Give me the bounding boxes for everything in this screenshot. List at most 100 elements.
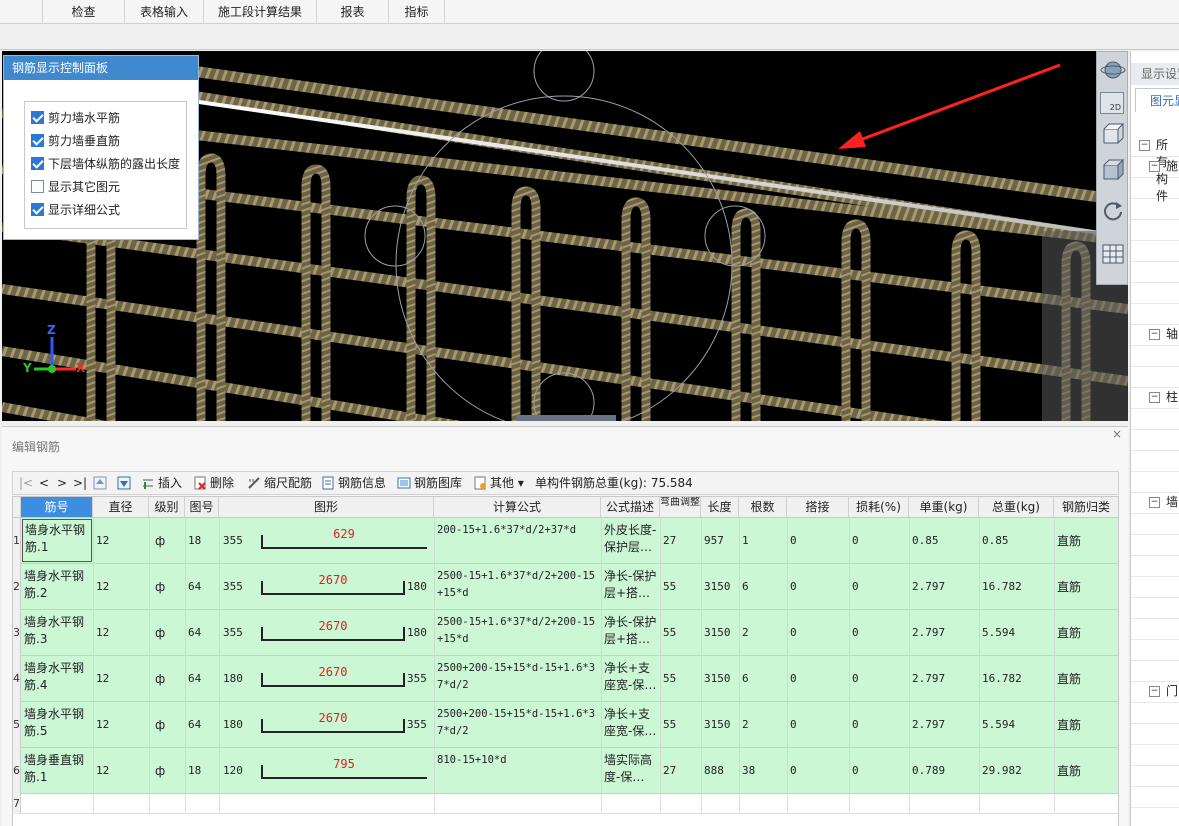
column-header-4[interactable]: 图形 bbox=[219, 497, 434, 518]
cell-type[interactable]: 直筋 bbox=[1057, 660, 1116, 698]
rebar-library-button[interactable]: 钢筋图库 bbox=[397, 472, 462, 494]
tree-expand-icon[interactable]: − bbox=[1139, 140, 1150, 151]
cell-count[interactable]: 6 bbox=[742, 660, 784, 698]
cell-fig_no[interactable]: 64 bbox=[188, 568, 216, 606]
cell-unit_w[interactable]: 0.789 bbox=[912, 752, 976, 790]
tree-expand-icon[interactable]: − bbox=[1149, 392, 1160, 403]
other-menu-button[interactable]: 其他 ▾ bbox=[473, 472, 524, 494]
cell-desc[interactable]: 墙实际高度-保… bbox=[604, 752, 657, 790]
cell-count[interactable]: 6 bbox=[742, 568, 784, 606]
checkbox[interactable] bbox=[31, 180, 44, 193]
rebar-info-button[interactable]: 钢筋信息 bbox=[321, 472, 386, 494]
cell-unit_w[interactable]: 0.85 bbox=[912, 522, 976, 560]
checkbox[interactable] bbox=[31, 157, 44, 170]
checkbox[interactable] bbox=[31, 111, 44, 124]
column-header-9[interactable]: 根数 bbox=[739, 497, 787, 518]
rotate-icon[interactable] bbox=[1100, 198, 1126, 222]
cell-loss[interactable]: 0 bbox=[852, 522, 906, 560]
cell-unit_w[interactable]: 2.797 bbox=[912, 660, 976, 698]
cell-total_w[interactable]: 5.594 bbox=[982, 706, 1051, 744]
cell-fig_no[interactable]: 18 bbox=[188, 522, 216, 560]
cell-grade[interactable]: ф bbox=[152, 660, 182, 698]
cell-loss[interactable]: 0 bbox=[852, 568, 906, 606]
control-option-1[interactable]: 剪力墙垂直筋 bbox=[31, 133, 120, 151]
splitter-grip[interactable] bbox=[516, 415, 616, 421]
cell-unit_w[interactable]: 2.797 bbox=[912, 706, 976, 744]
cell-loss[interactable]: 0 bbox=[852, 614, 906, 652]
column-header-3[interactable]: 图号 bbox=[185, 497, 219, 518]
tree-node-5[interactable]: 门 bbox=[1166, 682, 1178, 699]
prev-record-icon[interactable]: < bbox=[39, 472, 49, 494]
cell-count[interactable]: 1 bbox=[742, 522, 784, 560]
first-record-icon[interactable]: |< bbox=[19, 472, 33, 494]
cell-count[interactable]: 2 bbox=[742, 614, 784, 652]
column-header-14[interactable]: 钢筋归类 bbox=[1054, 497, 1118, 518]
cell-formula[interactable]: 2500+200-15+15*d-15+1.6*37*d/2 bbox=[437, 706, 598, 744]
cell-name[interactable]: 墙身水平钢筋.4 bbox=[24, 660, 90, 698]
column-header-7[interactable]: 弯曲调整 bbox=[660, 497, 701, 518]
column-header-10[interactable]: 搭接 bbox=[787, 497, 849, 518]
cell-fig_no[interactable]: 18 bbox=[188, 752, 216, 790]
cell-dia[interactable]: 12 bbox=[96, 568, 146, 606]
view-2d-button[interactable]: 2D bbox=[1100, 92, 1126, 116]
cell-bend[interactable]: 55 bbox=[663, 706, 698, 744]
cell-bend[interactable]: 27 bbox=[663, 522, 698, 560]
cell-unit_w[interactable]: 2.797 bbox=[912, 568, 976, 606]
column-header-8[interactable]: 长度 bbox=[701, 497, 739, 518]
cell-desc[interactable]: 净长+支座宽-保… bbox=[604, 706, 657, 744]
tree-node-3[interactable]: 柱 bbox=[1166, 388, 1178, 405]
top-tab-2[interactable]: 施工段计算结果 bbox=[203, 0, 316, 24]
orbit-handle[interactable] bbox=[533, 372, 595, 421]
cell-name[interactable]: 墙身水平钢筋.1 bbox=[22, 519, 92, 562]
tree-expand-icon[interactable]: − bbox=[1149, 686, 1160, 697]
cell-type[interactable]: 直筋 bbox=[1057, 522, 1116, 560]
cell-bend[interactable]: 55 bbox=[663, 614, 698, 652]
move-up-icon[interactable] bbox=[93, 472, 107, 494]
close-icon[interactable]: × bbox=[1112, 427, 1122, 441]
cell-formula[interactable]: 2500-15+1.6*37*d/2+200-15+15*d bbox=[437, 614, 598, 652]
cell-loss[interactable]: 0 bbox=[852, 706, 906, 744]
cell-length[interactable]: 888 bbox=[704, 752, 736, 790]
delete-button[interactable]: 删除 bbox=[193, 472, 234, 494]
move-down-icon[interactable] bbox=[117, 472, 131, 494]
cell-type[interactable]: 直筋 bbox=[1057, 752, 1116, 790]
last-record-icon[interactable]: >| bbox=[73, 472, 87, 494]
orbit-icon[interactable] bbox=[1100, 58, 1126, 82]
column-header-6[interactable]: 公式描述 bbox=[601, 497, 660, 518]
tree-node-2[interactable]: 轴 bbox=[1166, 325, 1178, 342]
control-option-3[interactable]: 显示其它图元 bbox=[31, 179, 120, 197]
tree-node-1[interactable]: 施 bbox=[1166, 157, 1178, 174]
cell-grade[interactable]: ф bbox=[152, 568, 182, 606]
column-header-2[interactable]: 级别 bbox=[149, 497, 185, 518]
cell-name[interactable]: 墙身水平钢筋.5 bbox=[24, 706, 90, 744]
cell-name[interactable]: 墙身水平钢筋.3 bbox=[24, 614, 90, 652]
cell-desc[interactable]: 净长-保护层+搭… bbox=[604, 568, 657, 606]
cell-total_w[interactable]: 16.782 bbox=[982, 660, 1051, 698]
cell-lap[interactable]: 0 bbox=[790, 660, 846, 698]
top-tab-1[interactable]: 表格输入 bbox=[124, 0, 203, 24]
control-option-2[interactable]: 下层墙体纵筋的露出长度 bbox=[31, 156, 180, 174]
cell-lap[interactable]: 0 bbox=[790, 752, 846, 790]
cell-grade[interactable]: ф bbox=[152, 706, 182, 744]
cell-formula[interactable]: 2500+200-15+15*d-15+1.6*37*d/2 bbox=[437, 660, 598, 698]
cell-bend[interactable]: 55 bbox=[663, 568, 698, 606]
cell-formula[interactable]: 810-15+10*d bbox=[437, 752, 598, 790]
cell-length[interactable]: 3150 bbox=[704, 706, 736, 744]
cell-length[interactable]: 957 bbox=[704, 522, 736, 560]
cell-length[interactable]: 3150 bbox=[704, 568, 736, 606]
cell-bend[interactable]: 55 bbox=[663, 660, 698, 698]
cell-dia[interactable]: 12 bbox=[96, 614, 146, 652]
cell-formula[interactable]: 2500-15+1.6*37*d/2+200-15+15*d bbox=[437, 568, 598, 606]
cell-lap[interactable]: 0 bbox=[790, 614, 846, 652]
cell-grade[interactable]: ф bbox=[152, 614, 182, 652]
cell-loss[interactable]: 0 bbox=[852, 752, 906, 790]
tree-expand-icon[interactable]: − bbox=[1149, 161, 1160, 172]
cell-fig_no[interactable]: 64 bbox=[188, 706, 216, 744]
tab-element-display[interactable]: 图元显示 bbox=[1135, 88, 1179, 112]
cell-length[interactable]: 3150 bbox=[704, 660, 736, 698]
next-record-icon[interactable]: > bbox=[57, 472, 67, 494]
cell-type[interactable]: 直筋 bbox=[1057, 706, 1116, 744]
cell-dia[interactable]: 12 bbox=[96, 706, 146, 744]
top-tab-4[interactable]: 指标 bbox=[388, 0, 444, 24]
cell-lap[interactable]: 0 bbox=[790, 522, 846, 560]
